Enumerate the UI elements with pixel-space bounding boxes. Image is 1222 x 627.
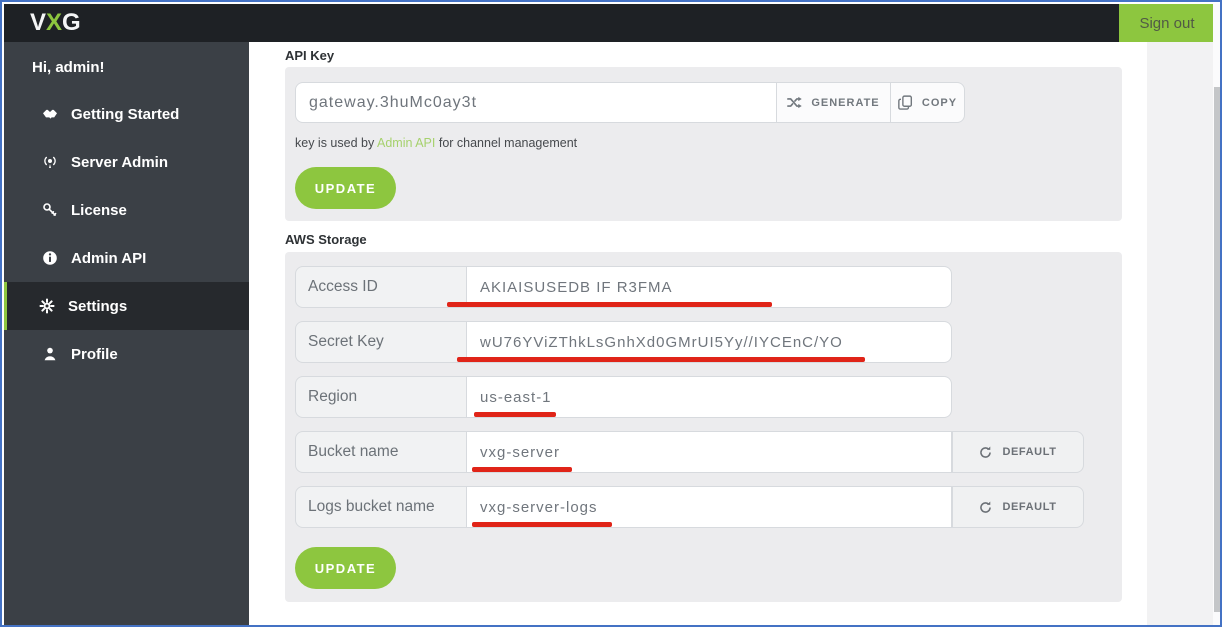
person-icon xyxy=(41,346,58,363)
default-button-label: DEFAULT xyxy=(1002,501,1057,513)
top-bar: VXG Sign out xyxy=(4,4,1215,42)
sign-out-button[interactable]: Sign out xyxy=(1119,4,1215,42)
api-key-panel: GENERATE COPY key is used by Admin API f… xyxy=(285,67,1122,221)
logs-bucket-default-button[interactable]: DEFAULT xyxy=(952,486,1084,528)
sidebar-item-settings[interactable]: Settings xyxy=(4,282,249,330)
api-key-input[interactable] xyxy=(295,82,777,123)
api-key-update-button[interactable]: UPDATE xyxy=(295,167,396,209)
sidebar-item-server-admin[interactable]: Server Admin xyxy=(4,138,249,186)
access-id-label: Access ID xyxy=(295,266,467,308)
region-label: Region xyxy=(295,376,467,418)
aws-update-button[interactable]: UPDATE xyxy=(295,547,396,589)
vxg-logo: VXG xyxy=(30,9,81,37)
annotation-underline-access-id xyxy=(447,302,772,307)
greeting-text: Hi, admin! xyxy=(32,59,105,76)
bucket-name-row: Bucket name DEFAULT xyxy=(295,431,1084,473)
admin-api-link[interactable]: Admin API xyxy=(377,136,435,150)
refresh-icon xyxy=(979,500,992,514)
sidebar-item-label: Profile xyxy=(71,345,118,363)
sidebar-item-profile[interactable]: Profile xyxy=(4,330,249,378)
logs-bucket-name-label: Logs bucket name xyxy=(295,486,467,528)
logs-bucket-name-row: Logs bucket name DEFAULT xyxy=(295,486,1084,528)
gear-icon xyxy=(38,298,55,315)
aws-storage-section-title: AWS Storage xyxy=(285,232,367,247)
note-suffix: for channel management xyxy=(435,136,578,150)
logo-letter-x: X xyxy=(46,9,63,36)
bucket-name-label: Bucket name xyxy=(295,431,467,473)
key-icon xyxy=(41,202,58,219)
sidebar-item-getting-started[interactable]: Getting Started xyxy=(4,90,249,138)
generate-button[interactable]: GENERATE xyxy=(777,82,891,123)
sidebar-item-label: Settings xyxy=(68,297,128,315)
handshake-icon xyxy=(41,106,58,123)
copy-icon xyxy=(898,95,913,110)
sidebar-item-label: Admin API xyxy=(71,249,147,267)
shuffle-icon xyxy=(787,95,803,110)
copy-button[interactable]: COPY xyxy=(891,82,965,123)
annotation-underline-secret-key xyxy=(457,357,865,362)
sidebar: Hi, admin! Getting Started Server Admin … xyxy=(4,42,249,625)
annotation-underline-region xyxy=(474,412,556,417)
app-window: VXG Sign out Hi, admin! Getting Started … xyxy=(0,0,1222,627)
generate-button-label: GENERATE xyxy=(811,96,880,109)
sidebar-menu: Getting Started Server Admin License Adm… xyxy=(4,90,249,378)
sidebar-item-label: Server Admin xyxy=(71,153,168,171)
bucket-default-button[interactable]: DEFAULT xyxy=(952,431,1084,473)
scrollbar-thumb[interactable] xyxy=(1214,87,1220,612)
info-icon xyxy=(41,250,58,267)
sidebar-item-label: Getting Started xyxy=(71,105,180,123)
api-key-section-title: API Key xyxy=(285,48,335,63)
api-key-note: key is used by Admin API for channel man… xyxy=(295,136,577,150)
secret-key-label: Secret Key xyxy=(295,321,467,363)
default-button-label: DEFAULT xyxy=(1002,446,1057,458)
sidebar-item-admin-api[interactable]: Admin API xyxy=(4,234,249,282)
annotation-underline-logs-bucket-name xyxy=(472,522,612,527)
annotation-underline-bucket-name xyxy=(472,467,572,472)
logo-letter-g: G xyxy=(62,9,81,36)
content-right-gutter xyxy=(1147,42,1213,625)
sidebar-item-label: License xyxy=(71,201,127,219)
region-row: Region xyxy=(295,376,952,418)
refresh-icon xyxy=(979,445,992,459)
broadcast-icon xyxy=(41,154,58,171)
note-prefix: key is used by xyxy=(295,136,377,150)
logo-letter-v: V xyxy=(30,9,47,36)
copy-button-label: COPY xyxy=(921,96,958,109)
sidebar-item-license[interactable]: License xyxy=(4,186,249,234)
